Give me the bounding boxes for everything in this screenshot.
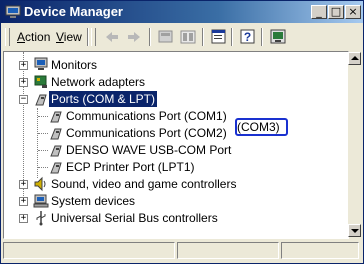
status-bar <box>3 241 361 261</box>
usb-icon <box>36 211 46 226</box>
menu-action[interactable]: Action <box>17 30 50 44</box>
device-manager-window: Device Manager _ □ × Action View ? + Mon… <box>0 0 364 264</box>
properties-icon[interactable] <box>208 28 230 46</box>
close-button[interactable]: × <box>345 5 361 19</box>
toolbar-separator <box>231 28 233 46</box>
properties-view-icon[interactable] <box>177 28 199 46</box>
tree-label-monitors: Monitors <box>51 58 98 72</box>
tree-node-denso[interactable]: DENSO WAVE USB-COM Port <box>4 142 344 158</box>
minimize-button[interactable]: _ <box>311 5 327 19</box>
system-devices-icon <box>33 194 49 208</box>
com3-highlight-box <box>235 118 288 136</box>
tree-label-ecp: ECP Printer Port (LPT1) <box>66 160 195 174</box>
scan-hardware-icon[interactable] <box>267 28 289 46</box>
maximize-button[interactable]: □ <box>328 5 344 19</box>
expand-usb[interactable]: + <box>19 214 28 223</box>
expand-network[interactable]: + <box>19 78 28 87</box>
back-icon[interactable] <box>101 28 123 46</box>
tree-node-usb[interactable]: + Universal Serial Bus controllers <box>4 210 344 226</box>
tree-label-system: System devices <box>51 194 136 208</box>
port-icon <box>50 162 62 174</box>
toolbar-grip[interactable] <box>91 28 96 46</box>
device-tree[interactable]: + Monitors + Network adapters − Ports (C… <box>3 51 349 239</box>
scroll-down-button[interactable] <box>348 224 361 237</box>
tree-node-system[interactable]: + System devices <box>4 193 344 209</box>
port-icon <box>50 111 62 123</box>
port-icon <box>50 128 62 140</box>
tree-label-denso: DENSO WAVE USB-COM Port <box>66 143 232 157</box>
menu-view[interactable]: View <box>56 30 82 44</box>
tree-node-ports[interactable]: − Ports (COM & LPT) <box>4 91 344 107</box>
help-icon[interactable]: ? <box>237 28 259 46</box>
port-icon <box>35 94 47 106</box>
tree-node-com2[interactable]: Communications Port (COM2) <box>4 125 344 141</box>
port-icon <box>50 145 62 157</box>
window-title: Device Manager <box>24 4 123 19</box>
monitor-icon <box>34 57 48 70</box>
toolbar-separator <box>87 28 89 46</box>
speaker-icon <box>34 176 46 192</box>
toolbar-separator <box>202 28 204 46</box>
expand-system[interactable]: + <box>19 197 28 206</box>
tree-node-com1[interactable]: Communications Port (COM1) <box>4 108 344 124</box>
tree-node-monitors[interactable]: + Monitors <box>4 57 344 73</box>
status-panel <box>177 242 279 259</box>
vertical-scrollbar[interactable] <box>348 52 361 237</box>
forward-icon[interactable] <box>123 28 145 46</box>
tree-node-network[interactable]: + Network adapters <box>4 74 344 90</box>
expand-monitors[interactable]: + <box>19 61 28 70</box>
tree-node-ecp[interactable]: ECP Printer Port (LPT1) <box>4 159 344 175</box>
status-panel <box>281 242 359 259</box>
scroll-up-button[interactable] <box>348 52 361 65</box>
title-bar[interactable]: Device Manager _ □ × <box>1 1 363 23</box>
tree-label-network: Network adapters <box>51 75 146 89</box>
tree-label-com1: Communications Port (COM1) <box>66 109 227 123</box>
menu-grip[interactable] <box>5 28 10 46</box>
svg-text:?: ? <box>244 30 251 44</box>
network-adapter-icon <box>34 75 47 88</box>
status-panel <box>3 242 175 259</box>
tree-label-com2: Communications Port (COM2) <box>66 126 227 140</box>
menu-toolbar-bar: Action View ? <box>3 25 361 49</box>
tree-label-ports: Ports (COM & LPT) <box>49 91 158 107</box>
toolbar-separator <box>149 28 151 46</box>
tree-label-usb: Universal Serial Bus controllers <box>51 211 218 225</box>
collapse-ports[interactable]: − <box>19 95 28 104</box>
up-icon[interactable] <box>155 28 177 46</box>
device-manager-icon <box>5 5 21 18</box>
toolbar-separator <box>261 28 263 46</box>
expand-sound[interactable]: + <box>19 180 28 189</box>
tree-label-sound: Sound, video and game controllers <box>51 177 237 191</box>
tree-node-sound[interactable]: + Sound, video and game controllers <box>4 176 344 192</box>
